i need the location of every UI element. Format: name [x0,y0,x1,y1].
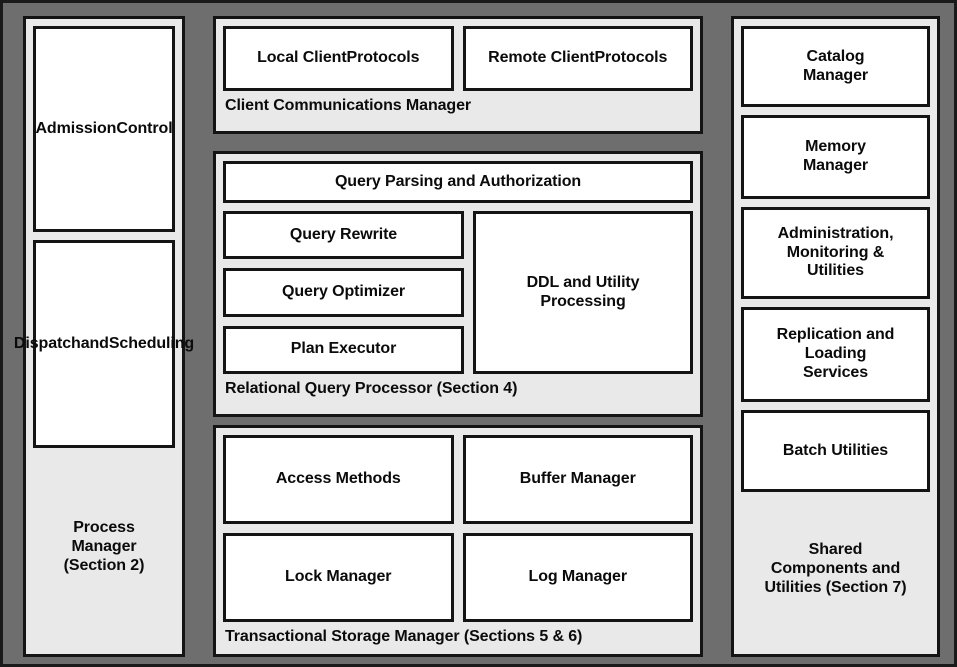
dbms-architecture-diagram: Admission Control Dispatch and Schedulin… [0,0,957,667]
administration-label-line2: Monitoring & [786,243,885,261]
batch-utilities-box[interactable]: Batch Utilities [741,410,930,492]
storage-component-grid: Access Methods Buffer Manager Lock Manag… [223,435,693,623]
replication-label-line2: Loading [804,345,867,363]
shared-components-caption-line2: Components and [770,560,901,578]
catalog-manager-label: Catalog [806,47,865,65]
query-parsing-and-authorization-label: Query Parsing and Authorization [334,172,582,190]
lock-manager-label: Lock Manager [285,568,392,586]
query-optimizer-label: Query Optimizer [282,283,405,301]
transactional-storage-manager-caption: Transactional Storage Manager (Sections … [225,628,583,646]
replication-and-loading-services-box[interactable]: Replication and Loading Services [741,307,930,402]
access-methods-label: Access Methods [275,470,401,488]
plan-executor-label: Plan Executor [290,340,397,358]
relational-query-processor-panel: Query Parsing and Authorization Query Re… [213,151,703,417]
remote-client-protocols-label: Remote Client [488,49,595,67]
query-pipeline-stack: Query Rewrite Query Optimizer Plan Execu… [223,211,465,374]
replication-label-line3: Services [802,363,869,381]
buffer-manager-box[interactable]: Buffer Manager [462,435,693,525]
log-manager-label: Log Manager [528,568,628,586]
query-rewrite-box[interactable]: Query Rewrite [223,211,465,260]
access-methods-box[interactable]: Access Methods [223,435,454,525]
plan-executor-box[interactable]: Plan Executor [223,325,465,374]
shared-components-caption-line3: Utilities (Section 7) [764,578,907,596]
shared-components-caption-line1: Shared [808,541,863,559]
dispatch-scheduling-label-line3: Scheduling [108,334,195,352]
query-parsing-and-authorization-box[interactable]: Query Parsing and Authorization [223,161,693,203]
process-manager-caption: Process Manager (Section 2) [33,448,175,647]
catalog-manager-box[interactable]: Catalog Manager [741,26,930,107]
memory-manager-label: Memory [805,138,866,156]
memory-manager-box[interactable]: Memory Manager [741,115,930,199]
dispatch-scheduling-label-line2: and [80,334,109,352]
query-optimizer-box[interactable]: Query Optimizer [223,268,465,317]
memory-manager-label-line2: Manager [802,157,869,174]
administration-monitoring-utilities-box[interactable]: Administration, Monitoring & Utilities [741,207,930,299]
admission-control-label: Admission [35,119,117,137]
local-client-protocols-label: Local Client [257,49,347,67]
process-manager-caption-line1: Process [73,519,135,537]
log-manager-box[interactable]: Log Manager [462,533,693,623]
query-rewrite-label: Query Rewrite [289,225,398,243]
client-protocol-box-row: Local Client Protocols Remote Client Pro… [223,26,693,91]
client-communications-manager-panel: Local Client Protocols Remote Client Pro… [213,16,703,134]
batch-utilities-label: Batch Utilities [782,441,889,459]
process-manager-caption-line2: Manager [71,538,137,556]
administration-label-line3: Utilities [807,262,864,280]
remote-client-protocols-box[interactable]: Remote Client Protocols [462,26,693,91]
relational-query-processor-caption: Relational Query Processor (Section 4) [225,380,518,397]
local-client-protocols-label-line2: Protocols [346,49,420,67]
local-client-protocols-box[interactable]: Local Client Protocols [223,26,454,91]
process-manager-caption-line3: (Section 2) [63,556,145,574]
buffer-manager-label: Buffer Manager [519,470,636,488]
dispatch-scheduling-label: Dispatch [13,334,81,352]
replication-label: Replication and [776,326,895,344]
catalog-manager-label-line2: Manager [802,66,869,84]
lock-manager-box[interactable]: Lock Manager [223,533,454,623]
dispatch-and-scheduling-box[interactable]: Dispatch and Scheduling [14,240,194,448]
ddl-and-utility-processing-label: DDL and Utility [526,273,640,291]
shared-components-and-utilities-caption: Shared Components and Utilities (Section… [741,492,930,647]
shared-components-and-utilities-panel: Catalog Manager Memory Manager Administr… [731,16,940,657]
admission-control-label-line2: Control [116,119,173,137]
ddl-and-utility-processing-box[interactable]: DDL and Utility Processing [473,211,693,374]
client-communications-manager-caption: Client Communications Manager [225,97,472,114]
ddl-and-utility-processing-label-line2: Processing [540,292,626,310]
admission-control-box[interactable]: Admission Control [33,26,175,232]
process-manager-panel: Admission Control Dispatch and Schedulin… [14,16,194,657]
transactional-storage-manager-panel: Access Methods Buffer Manager Lock Manag… [213,425,703,657]
remote-client-protocols-label-line2: Protocols [594,49,668,67]
relational-query-processor-body: Query Rewrite Query Optimizer Plan Execu… [223,211,693,374]
administration-label: Administration, [777,224,894,242]
